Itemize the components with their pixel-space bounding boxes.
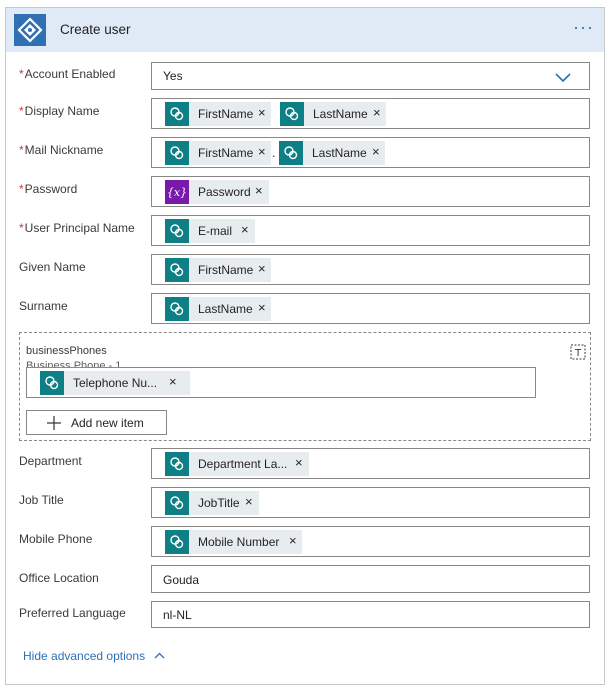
dynamic-token[interactable]: LastName × — [280, 102, 386, 126]
upn-label: *User Principal Name — [19, 221, 135, 235]
token-label: Telephone Nu... — [73, 376, 158, 390]
action-title: Create user — [60, 22, 131, 37]
remove-token-icon[interactable]: × — [373, 105, 381, 120]
sharepoint-icon — [165, 219, 189, 243]
sharepoint-icon — [165, 141, 189, 165]
display-name-field[interactable]: FirstName × LastName × — [151, 98, 590, 129]
dynamic-token[interactable]: JobTitle × — [165, 491, 259, 515]
mobile-phone-label: Mobile Phone — [19, 532, 93, 546]
remove-token-icon[interactable]: × — [258, 144, 266, 159]
office-location-value: Gouda — [163, 573, 200, 587]
department-field[interactable]: Department La... × — [151, 448, 590, 479]
account-enabled-dropdown[interactable]: Yes — [151, 62, 590, 90]
remove-token-icon[interactable]: × — [372, 144, 380, 159]
remove-token-icon[interactable]: × — [258, 261, 266, 276]
sharepoint-icon — [279, 141, 303, 165]
given-name-field[interactable]: FirstName × — [151, 254, 590, 285]
mail-nickname-label: *Mail Nickname — [19, 143, 104, 157]
dynamic-token[interactable]: LastName × — [279, 141, 385, 165]
preferred-language-field[interactable]: nl-NL — [151, 601, 590, 628]
dynamic-token[interactable]: E-mail × — [165, 219, 255, 243]
token-label: Password — [198, 185, 251, 199]
office-location-field[interactable]: Gouda — [151, 565, 590, 593]
dynamic-token[interactable]: FirstName × — [165, 141, 271, 165]
sharepoint-icon — [165, 491, 189, 515]
dynamic-token[interactable]: FirstName × — [165, 102, 271, 126]
sharepoint-icon — [280, 102, 304, 126]
job-title-label: Job Title — [19, 493, 64, 507]
token-label: FirstName — [198, 263, 254, 277]
token-label: JobTitle — [198, 496, 240, 510]
remove-token-icon[interactable]: × — [258, 105, 266, 120]
add-new-item-button[interactable]: Add new item — [26, 410, 167, 435]
token-separator: . — [272, 146, 276, 160]
password-field[interactable]: {x} Password × — [151, 176, 590, 207]
business-phone-item-label: Business Phone - 1 — [26, 360, 122, 367]
preferred-language-value: nl-NL — [163, 608, 192, 622]
business-phones-label: businessPhones — [26, 345, 107, 357]
card-header[interactable]: Create user ··· — [6, 8, 604, 52]
token-label: Mobile Number — [198, 535, 280, 549]
hide-advanced-options-link[interactable]: Hide advanced options — [23, 648, 165, 663]
office-location-label: Office Location — [19, 571, 99, 585]
chevron-down-icon — [555, 72, 571, 86]
surname-label: Surname — [19, 299, 68, 313]
business-phones-section: businessPhones Business Phone - 1 T Tele… — [19, 332, 591, 441]
token-label: LastName — [198, 302, 253, 316]
department-label: Department — [19, 454, 82, 468]
azure-ad-icon — [14, 14, 46, 46]
dynamic-token[interactable]: Department La... × — [165, 452, 309, 476]
dynamic-token[interactable]: LastName × — [165, 297, 271, 321]
hide-advanced-options-label: Hide advanced options — [23, 649, 146, 663]
sharepoint-icon — [165, 530, 189, 554]
add-new-item-label: Add new item — [71, 416, 144, 430]
svg-text:{x}: {x} — [167, 186, 187, 199]
remove-token-icon[interactable]: × — [241, 222, 249, 237]
sharepoint-icon — [165, 452, 189, 476]
remove-token-icon[interactable]: × — [258, 300, 266, 315]
job-title-field[interactable]: JobTitle × — [151, 487, 590, 518]
dynamic-token[interactable]: Mobile Number × — [165, 530, 302, 554]
account-enabled-label: *Account Enabled — [19, 67, 116, 81]
svg-text:T: T — [574, 348, 582, 359]
token-label: LastName — [313, 107, 368, 121]
sharepoint-icon — [40, 371, 64, 395]
sharepoint-icon — [165, 102, 189, 126]
remove-token-icon[interactable]: × — [295, 455, 303, 470]
display-name-label: *Display Name — [19, 104, 100, 118]
plus-icon — [47, 416, 61, 433]
mobile-phone-field[interactable]: Mobile Number × — [151, 526, 590, 557]
mail-nickname-field[interactable]: FirstName × . LastName × — [151, 137, 590, 168]
sharepoint-icon — [165, 258, 189, 282]
remove-token-icon[interactable]: × — [289, 533, 297, 548]
business-phone-1-field[interactable]: Telephone Nu... × — [26, 367, 536, 398]
remove-token-icon[interactable]: × — [169, 374, 177, 389]
preferred-language-label: Preferred Language — [19, 606, 126, 620]
dynamic-token[interactable]: {x} Password × — [165, 180, 269, 204]
surname-field[interactable]: LastName × — [151, 293, 590, 324]
token-label: FirstName — [198, 146, 254, 160]
token-label: E-mail — [198, 224, 233, 238]
remove-token-icon[interactable]: × — [255, 183, 263, 198]
dynamic-token[interactable]: FirstName × — [165, 258, 271, 282]
password-label: *Password — [19, 182, 78, 196]
sharepoint-icon — [165, 297, 189, 321]
more-options-icon[interactable]: ··· — [573, 17, 594, 38]
create-user-action-card: Create user ··· *Account Enabled Yes *Di… — [5, 7, 605, 685]
chevron-up-icon — [154, 648, 165, 662]
dynamic-token[interactable]: Telephone Nu... × — [40, 371, 190, 395]
token-label: FirstName — [198, 107, 254, 121]
variable-icon: {x} — [165, 180, 189, 204]
token-label: Department La... — [198, 457, 288, 471]
given-name-label: Given Name — [19, 260, 86, 274]
switch-to-text-mode-icon[interactable]: T — [570, 344, 586, 363]
account-enabled-value: Yes — [163, 69, 183, 83]
remove-token-icon[interactable]: × — [245, 494, 253, 509]
upn-field[interactable]: E-mail × — [151, 215, 590, 246]
token-label: LastName — [312, 146, 367, 160]
